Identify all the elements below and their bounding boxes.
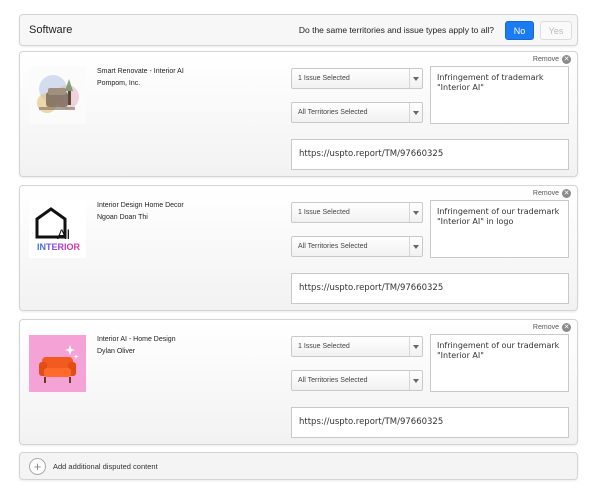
issue-select-value: 1 Issue Selected bbox=[298, 75, 350, 82]
add-disputed-content-label: Add additional disputed content bbox=[53, 462, 158, 471]
remove-button[interactable]: Remove ✕ bbox=[533, 323, 571, 332]
description-textarea[interactable]: Infringement of trademark "Interior AI" bbox=[430, 66, 569, 124]
remove-label: Remove bbox=[532, 190, 559, 197]
chevron-down-icon bbox=[409, 103, 422, 122]
software-header: Software Do the same territories and iss… bbox=[19, 14, 578, 46]
chevron-down-icon bbox=[409, 69, 422, 88]
app-developer: Dylan Oliver bbox=[97, 348, 136, 355]
disputed-item: Remove ✕ Interior AI - Home Design Dylan… bbox=[19, 319, 578, 445]
territory-select-value: All Territories Selected bbox=[298, 109, 368, 116]
logo-text-ai: AI bbox=[57, 226, 70, 242]
chevron-down-icon bbox=[409, 371, 422, 390]
close-icon[interactable]: ✕ bbox=[562, 55, 571, 64]
plus-icon[interactable]: + bbox=[29, 458, 46, 475]
territory-select[interactable]: All Territories Selected bbox=[291, 370, 423, 391]
remove-label: Remove bbox=[532, 324, 559, 331]
issue-select[interactable]: 1 Issue Selected bbox=[291, 336, 423, 357]
disputed-item: Remove ✕ AI INTERIOR Interior Design Hom… bbox=[19, 185, 578, 311]
app-name: Interior AI - Home Design bbox=[97, 336, 176, 343]
app-developer: Ngoan Doan Thi bbox=[97, 214, 148, 221]
evidence-url-field[interactable]: https://uspto.report/TM/97660325 bbox=[291, 273, 569, 304]
chevron-down-icon bbox=[409, 337, 422, 356]
no-button[interactable]: No bbox=[505, 21, 534, 40]
remove-label: Remove bbox=[532, 56, 559, 63]
chevron-down-icon bbox=[409, 203, 422, 222]
chevron-down-icon bbox=[409, 237, 422, 256]
close-icon[interactable]: ✕ bbox=[562, 189, 571, 198]
evidence-url-field[interactable]: https://uspto.report/TM/97660325 bbox=[291, 407, 569, 438]
description-textarea[interactable]: Infringement of our trademark "Interior … bbox=[430, 334, 569, 392]
watercolor-room-icon bbox=[29, 67, 86, 124]
remove-button[interactable]: Remove ✕ bbox=[533, 189, 571, 198]
apply-to-all-question: Do the same territories and issue types … bbox=[298, 25, 494, 35]
close-icon[interactable]: ✕ bbox=[562, 323, 571, 332]
issue-select-value: 1 Issue Selected bbox=[298, 343, 350, 350]
evidence-url-field[interactable]: https://uspto.report/TM/97660325 bbox=[291, 139, 569, 170]
issue-select-value: 1 Issue Selected bbox=[298, 209, 350, 216]
territory-select[interactable]: All Territories Selected bbox=[291, 236, 423, 257]
yes-button[interactable]: Yes bbox=[540, 21, 572, 40]
app-name: Interior Design Home Decor bbox=[97, 202, 184, 209]
issue-select[interactable]: 1 Issue Selected bbox=[291, 68, 423, 89]
orange-armchair-icon bbox=[29, 335, 86, 392]
disputed-item: Remove ✕ Smart Renovate - Interior AI Po… bbox=[19, 51, 578, 177]
app-developer: Pompom, Inc. bbox=[97, 80, 141, 87]
section-title: Software bbox=[29, 24, 73, 36]
territory-select-value: All Territories Selected bbox=[298, 377, 368, 384]
territory-select-value: All Territories Selected bbox=[298, 243, 368, 250]
app-name: Smart Renovate - Interior AI bbox=[97, 68, 184, 75]
logo-text-interior: INTERIOR bbox=[37, 242, 81, 252]
house-ai-logo-icon: AI INTERIOR bbox=[29, 201, 86, 258]
add-disputed-content-button[interactable]: + Add additional disputed content bbox=[19, 452, 578, 480]
remove-button[interactable]: Remove ✕ bbox=[533, 55, 571, 64]
description-textarea[interactable]: Infringement of our trademark "Interior … bbox=[430, 200, 569, 258]
territory-select[interactable]: All Territories Selected bbox=[291, 102, 423, 123]
issue-select[interactable]: 1 Issue Selected bbox=[291, 202, 423, 223]
